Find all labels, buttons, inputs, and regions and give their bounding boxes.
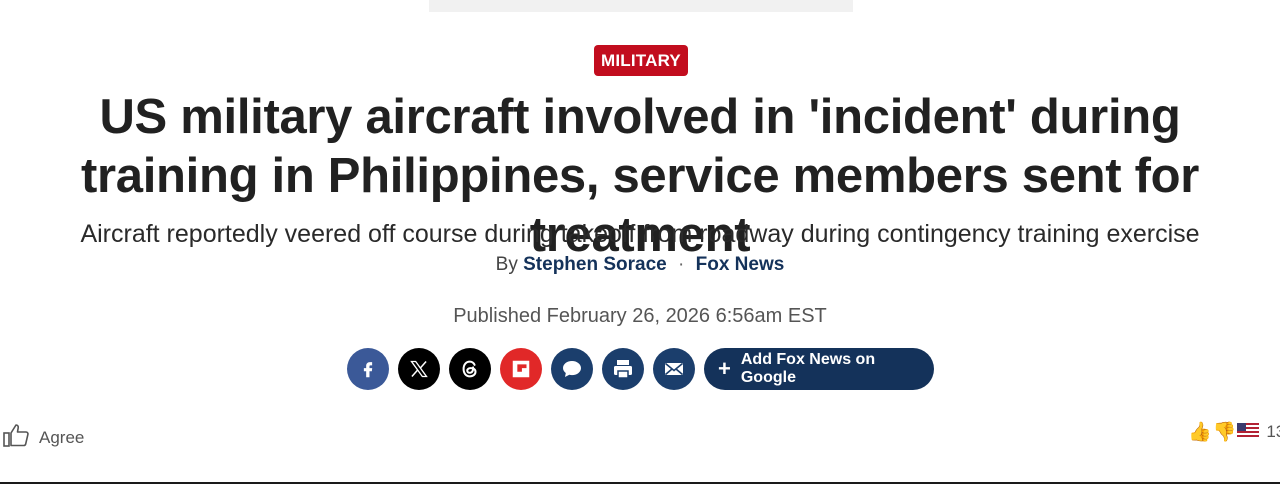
x-icon: [409, 359, 429, 379]
share-flipboard-button[interactable]: [500, 348, 542, 390]
thumbs-up-emoji-icon: 👍: [1188, 421, 1212, 443]
us-flag-emoji-icon: [1237, 422, 1260, 442]
divider: [0, 482, 1280, 484]
add-fox-news-on-google-button[interactable]: + Add Fox News on Google: [704, 348, 934, 390]
share-x-button[interactable]: [398, 348, 440, 390]
comments-button[interactable]: [551, 348, 593, 390]
share-threads-button[interactable]: [449, 348, 491, 390]
add-google-label: Add Fox News on Google: [740, 351, 876, 386]
byline-prefix: By: [495, 254, 518, 275]
agree-label: Agree: [39, 427, 85, 447]
print-button[interactable]: [602, 348, 644, 390]
article-subheadline: Aircraft reportedly veered off course du…: [80, 220, 1200, 248]
byline-separator: ·: [678, 254, 685, 275]
share-toolbar: + Add Fox News on Google: [347, 348, 934, 390]
author-link[interactable]: Stephen Sorace: [523, 254, 667, 275]
threads-icon: [459, 358, 481, 380]
article-header-page: MILITARY US military aircraft involved i…: [0, 0, 1280, 485]
category-badge[interactable]: MILITARY: [594, 45, 688, 76]
flipboard-icon: [510, 358, 532, 380]
email-button[interactable]: [653, 348, 695, 390]
byline: By Stephen Sorace · Fox News: [20, 252, 1260, 278]
reaction-summary[interactable]: 👍 👎 13: [1188, 422, 1280, 442]
agree-button[interactable]: Agree: [2, 422, 84, 453]
share-facebook-button[interactable]: [347, 348, 389, 390]
facebook-icon: [357, 358, 379, 380]
ad-placeholder: [429, 0, 853, 12]
reaction-count: 13: [1266, 422, 1280, 441]
email-icon: [662, 357, 686, 381]
outlet-link[interactable]: Fox News: [696, 254, 785, 275]
print-icon: [611, 357, 635, 381]
thumbs-up-outline-icon: [2, 422, 30, 453]
plus-icon: +: [718, 356, 731, 381]
comment-icon: [560, 357, 584, 381]
thumbs-down-emoji-icon: 👎: [1212, 421, 1237, 443]
published-date: Published February 26, 2026 6:56am EST: [453, 305, 827, 327]
